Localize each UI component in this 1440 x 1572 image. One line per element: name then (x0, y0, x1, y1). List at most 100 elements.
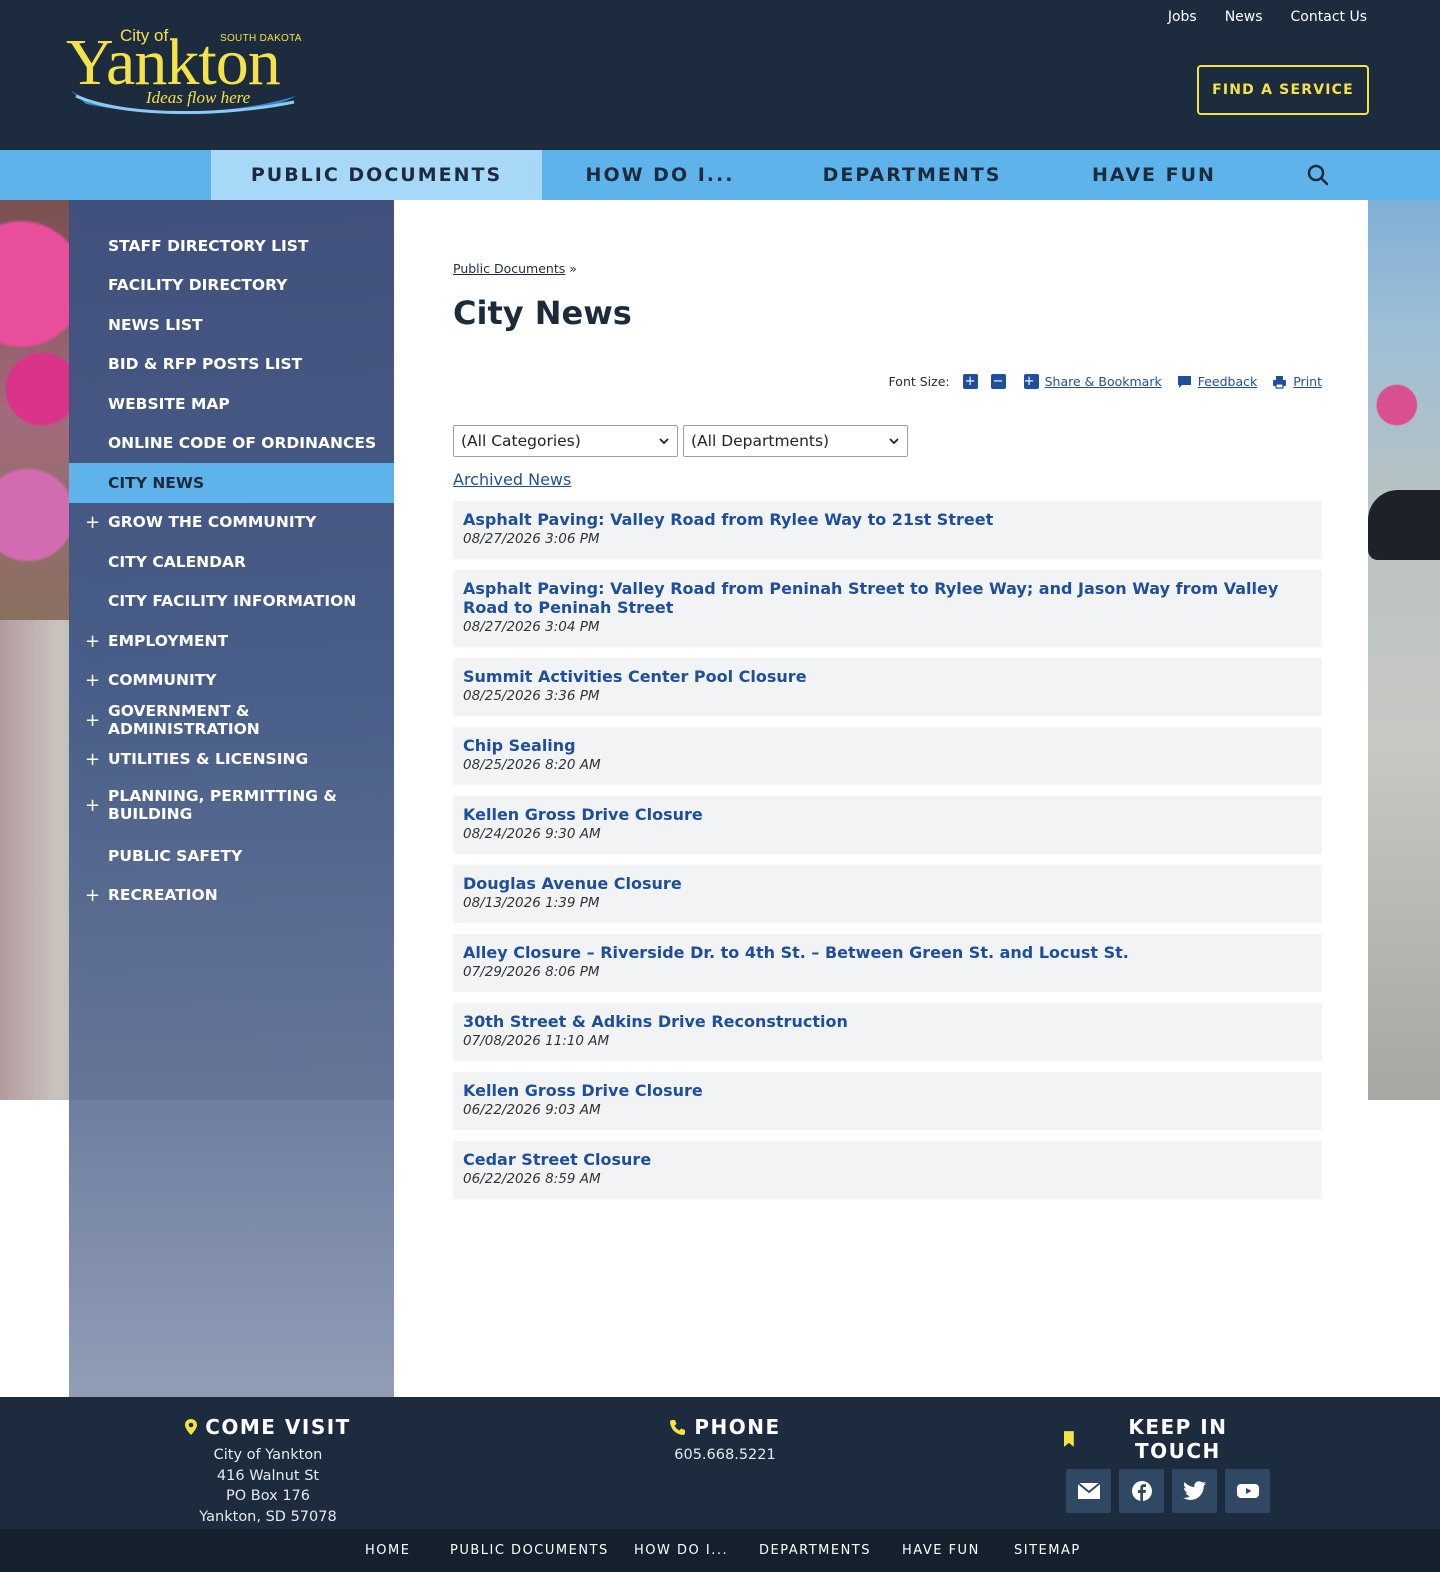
find-a-service-button[interactable]: FIND A SERVICE (1197, 65, 1369, 115)
sidebar-item-label: CITY FACILITY INFORMATION (108, 592, 357, 610)
site-logo[interactable]: Yankton City of SOUTH DAKOTA Ideas flow … (66, 24, 302, 124)
news-item-title[interactable]: Kellen Gross Drive Closure (463, 805, 1312, 824)
footer-link-how-do-i[interactable]: HOW DO I... (634, 1543, 728, 1558)
breadcrumb-public-documents-link[interactable]: Public Documents (453, 261, 565, 276)
twitter-icon[interactable] (1172, 1469, 1217, 1513)
logo-city-of: City of (118, 26, 171, 46)
news-item-title[interactable]: Chip Sealing (463, 736, 1312, 755)
sidebar-item-city-facility-information[interactable]: CITY FACILITY INFORMATION (69, 581, 394, 621)
footer-link-public-documents[interactable]: PUBLIC DOCUMENTS (450, 1543, 609, 1558)
sidebar-navigation: STAFF DIRECTORY LIST FACILITY DIRECTORY … (69, 200, 394, 1397)
archived-news-link[interactable]: Archived News (453, 470, 571, 489)
news-item[interactable]: Cedar Street Closure 06/22/2026 8:59 AM (453, 1141, 1322, 1199)
sidebar-item-label: NEWS LIST (108, 316, 203, 334)
address-line: City of Yankton (213, 1447, 323, 1463)
news-item[interactable]: Kellen Gross Drive Closure 08/24/2026 9:… (453, 796, 1322, 854)
news-item-date: 06/22/2026 9:03 AM (463, 1102, 601, 1118)
main-navigation: PUBLIC DOCUMENTS HOW DO I... DEPARTMENTS… (0, 150, 1440, 200)
sidebar-item-label: UTILITIES & LICENSING (108, 750, 309, 768)
sidebar-item-label: CITY NEWS (108, 474, 205, 492)
category-select[interactable]: (All Categories) (453, 425, 678, 457)
news-item-title[interactable]: Cedar Street Closure (463, 1150, 1312, 1169)
sidebar-item-utilities-licensing[interactable]: + UTILITIES & LICENSING (69, 739, 394, 779)
sidebar-item-staff-directory-list[interactable]: STAFF DIRECTORY LIST (69, 226, 394, 266)
news-item[interactable]: Summit Activities Center Pool Closure 08… (453, 658, 1322, 716)
footer-phone: PHONE 605.668.5221 (655, 1415, 795, 1466)
sidebar-item-online-code-of-ordinances[interactable]: ONLINE CODE OF ORDINANCES (69, 423, 394, 463)
expand-icon[interactable]: + (85, 512, 100, 533)
nav-departments[interactable]: DEPARTMENTS (812, 150, 1012, 200)
sidebar-item-government-administration[interactable]: + GOVERNMENT & ADMINISTRATION (69, 700, 394, 740)
search-icon[interactable] (1306, 163, 1330, 187)
sidebar-item-label: WEBSITE MAP (108, 395, 230, 413)
news-item-title[interactable]: Douglas Avenue Closure (463, 874, 1312, 893)
sidebar-item-facility-directory[interactable]: FACILITY DIRECTORY (69, 265, 394, 305)
nav-public-documents[interactable]: PUBLIC DOCUMENTS (211, 150, 542, 200)
news-item-title[interactable]: Asphalt Paving: Valley Road from Peninah… (463, 579, 1312, 617)
expand-icon[interactable]: + (85, 795, 100, 816)
sidebar-item-planning-permitting-building[interactable]: + PLANNING, PERMITTING & BUILDING (69, 784, 394, 826)
sidebar-item-label: PLANNING, PERMITTING & BUILDING (108, 787, 337, 823)
news-item-title[interactable]: Summit Activities Center Pool Closure (463, 667, 1312, 686)
sidebar-item-recreation[interactable]: + RECREATION (69, 875, 394, 915)
footer-link-home[interactable]: HOME (365, 1543, 410, 1558)
share-bookmark-link[interactable]: Share & Bookmark (1045, 374, 1162, 389)
sidebar-item-city-calendar[interactable]: CITY CALENDAR (69, 542, 394, 582)
sidebar-item-public-safety[interactable]: PUBLIC SAFETY (69, 836, 394, 876)
expand-icon[interactable]: + (85, 749, 100, 770)
jobs-link[interactable]: Jobs (1168, 9, 1197, 25)
sidebar-item-city-news[interactable]: CITY NEWS (69, 463, 394, 503)
footer-link-have-fun[interactable]: HAVE FUN (902, 1543, 980, 1558)
breadcrumb: Public Documents » (453, 261, 577, 276)
news-item[interactable]: Asphalt Paving: Valley Road from Rylee W… (453, 501, 1322, 559)
news-item[interactable]: 30th Street & Adkins Drive Reconstructio… (453, 1003, 1322, 1061)
expand-icon[interactable]: + (85, 631, 100, 652)
news-item[interactable]: Asphalt Paving: Valley Road from Peninah… (453, 570, 1322, 647)
street-photo-right (1368, 200, 1440, 1100)
feedback-link[interactable]: Feedback (1198, 374, 1258, 389)
sidebar-item-grow-the-community[interactable]: + GROW THE COMMUNITY (69, 502, 394, 542)
feedback-icon (1177, 375, 1191, 388)
news-item-title[interactable]: Alley Closure – Riverside Dr. to 4th St.… (463, 943, 1312, 962)
font-increase-button[interactable]: + (962, 374, 978, 389)
youtube-icon[interactable] (1225, 1469, 1270, 1513)
expand-icon[interactable]: + (85, 670, 100, 691)
news-item[interactable]: Alley Closure – Riverside Dr. to 4th St.… (453, 934, 1322, 992)
parked-car (1368, 490, 1440, 560)
news-item[interactable]: Chip Sealing 08/25/2026 8:20 AM (453, 727, 1322, 785)
contact-us-link[interactable]: Contact Us (1291, 9, 1367, 25)
expand-icon[interactable]: + (85, 885, 100, 906)
news-item[interactable]: Kellen Gross Drive Closure 06/22/2026 9:… (453, 1072, 1322, 1130)
news-item-title[interactable]: 30th Street & Adkins Drive Reconstructio… (463, 1012, 1312, 1031)
sidebar-item-employment[interactable]: + EMPLOYMENT (69, 621, 394, 661)
news-link[interactable]: News (1225, 9, 1263, 25)
news-item-title[interactable]: Kellen Gross Drive Closure (463, 1081, 1312, 1100)
facebook-icon[interactable] (1119, 1469, 1164, 1513)
news-item-title[interactable]: Asphalt Paving: Valley Road from Rylee W… (463, 510, 1312, 529)
utility-links: Jobs News Contact Us (1168, 9, 1367, 25)
font-size-label: Font Size: (888, 374, 950, 389)
sidebar-item-website-map[interactable]: WEBSITE MAP (69, 384, 394, 424)
news-item-date: 08/24/2026 9:30 AM (463, 826, 601, 842)
department-select[interactable]: (All Departments) (683, 425, 908, 457)
footer-link-sitemap[interactable]: SITEMAP (1014, 1543, 1081, 1558)
sidebar-item-bid-rfp-posts-list[interactable]: BID & RFP POSTS LIST (69, 344, 394, 384)
sidebar-item-community[interactable]: + COMMUNITY (69, 660, 394, 700)
nav-have-fun[interactable]: HAVE FUN (1080, 150, 1228, 200)
address-line: 416 Walnut St (216, 1467, 320, 1484)
print-link[interactable]: Print (1293, 374, 1322, 389)
email-icon[interactable] (1066, 1469, 1111, 1513)
chevron-down-icon (889, 438, 899, 445)
nav-how-do-i[interactable]: HOW DO I... (565, 150, 755, 200)
footer-link-departments[interactable]: DEPARTMENTS (759, 1543, 871, 1558)
sidebar-item-label: ONLINE CODE OF ORDINANCES (108, 434, 377, 452)
department-select-value: (All Departments) (691, 432, 830, 450)
chevron-down-icon (659, 438, 669, 445)
phone-number-link[interactable]: 605.668.5221 (655, 1445, 795, 1466)
sidebar-item-news-list[interactable]: NEWS LIST (69, 305, 394, 345)
font-decrease-button[interactable]: − (990, 374, 1006, 389)
sidebar-item-label: STAFF DIRECTORY LIST (108, 237, 309, 255)
footer-bottom-nav: HOME PUBLIC DOCUMENTS HOW DO I... DEPART… (0, 1529, 1440, 1572)
news-item[interactable]: Douglas Avenue Closure 08/13/2026 1:39 P… (453, 865, 1322, 923)
expand-icon[interactable]: + (85, 710, 100, 731)
